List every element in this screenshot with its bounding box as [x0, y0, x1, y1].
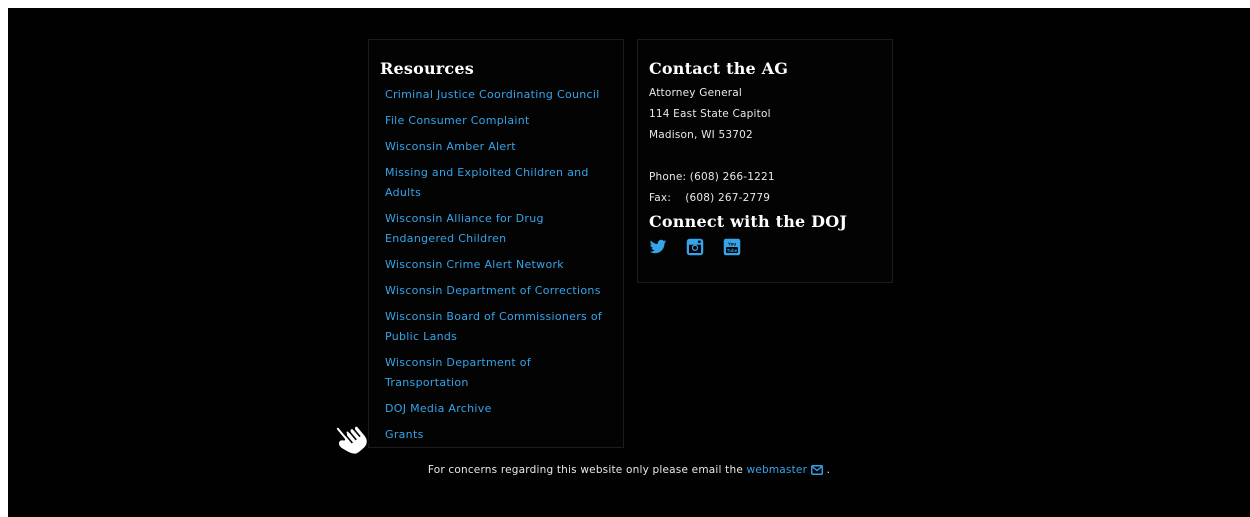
youtube-icon[interactable]: You Tube: [723, 238, 741, 256]
connect-title: Connect with the DOJ: [649, 212, 848, 231]
resource-link[interactable]: Grants: [385, 425, 610, 445]
resource-link[interactable]: Wisconsin Board of Commissioners of Publ…: [385, 307, 610, 347]
svg-text:Tube: Tube: [727, 248, 738, 253]
webmaster-note: For concerns regarding this website only…: [8, 464, 1250, 478]
contact-spacer: [649, 146, 879, 167]
contact-phone: Phone: (608) 266-1221: [649, 171, 775, 183]
hand-pointer-cursor-icon: [326, 413, 380, 459]
envelope-icon: [811, 465, 824, 478]
webmaster-note-text: For concerns regarding this website only…: [427, 464, 747, 476]
social-links: You Tube: [649, 238, 741, 256]
webmaster-note-end: .: [823, 464, 831, 476]
site-footer: Resources Criminal Justice Coordinating …: [8, 8, 1250, 517]
resource-link[interactable]: Wisconsin Department of Corrections: [385, 281, 610, 301]
resource-link[interactable]: DOJ Media Archive: [385, 399, 610, 419]
svg-text:You: You: [728, 242, 736, 247]
webmaster-link[interactable]: webmaster: [747, 464, 824, 476]
webmaster-link-label: webmaster: [746, 464, 808, 476]
instagram-icon[interactable]: [686, 238, 704, 256]
contact-name: Attorney General: [649, 87, 743, 99]
resource-link[interactable]: File Consumer Complaint: [385, 111, 610, 131]
resource-link[interactable]: Wisconsin Crime Alert Network: [385, 255, 610, 275]
contact-address-line2: Madison, WI 53702: [649, 129, 753, 141]
resources-list: Criminal Justice Coordinating Council Fi…: [385, 85, 610, 451]
contact-fax: Fax: (608) 267-2779: [649, 192, 771, 204]
resource-link[interactable]: Missing and Exploited Children and Adult…: [385, 163, 610, 203]
contact-title: Contact the AG: [649, 59, 789, 78]
resource-link[interactable]: Wisconsin Alliance for Drug Endangered C…: [385, 209, 610, 249]
contact-details: Attorney General 114 East State Capitol …: [649, 83, 879, 209]
resource-link[interactable]: Criminal Justice Coordinating Council: [385, 85, 610, 105]
resources-title: Resources: [380, 59, 474, 78]
resource-link[interactable]: Wisconsin Amber Alert: [385, 137, 610, 157]
contact-address-line1: 114 East State Capitol: [649, 108, 771, 120]
twitter-icon[interactable]: [649, 238, 667, 256]
resources-panel: Resources Criminal Justice Coordinating …: [368, 39, 624, 448]
resource-link[interactable]: Wisconsin Department of Transportation: [385, 353, 610, 393]
contact-panel: Contact the AG Attorney General 114 East…: [637, 39, 893, 283]
